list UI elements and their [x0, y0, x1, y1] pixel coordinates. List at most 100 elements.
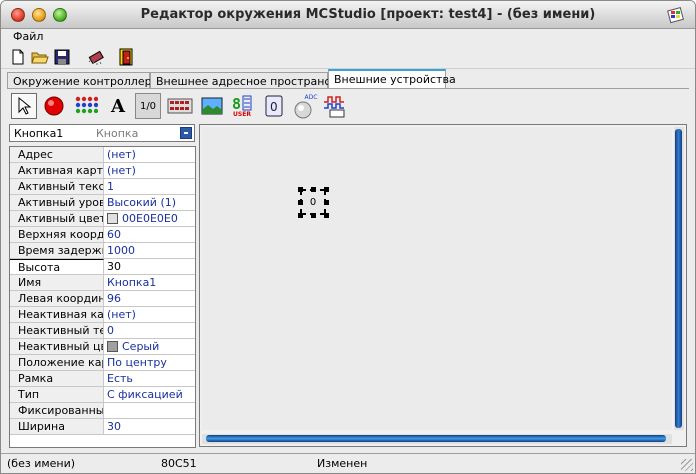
resize-handle[interactable]	[311, 187, 316, 192]
pointer-tool[interactable]	[11, 93, 37, 119]
property-name: Активный уровень	[10, 195, 104, 210]
svg-text:8: 8	[232, 95, 241, 111]
property-value[interactable]: С фиксацией	[105, 387, 195, 402]
menu-file[interactable]: Файл	[13, 30, 43, 43]
property-row[interactable]: Неактивный текст0	[10, 323, 195, 339]
property-row[interactable]: Время задержки1000	[10, 243, 195, 259]
property-row[interactable]: Активный цвет 00E0E0E0	[10, 211, 195, 227]
device-toolbar: A 1/0 8 USER 0 ADC	[7, 91, 689, 121]
canvas-button-text: 0	[309, 196, 317, 208]
close-button[interactable]	[11, 8, 25, 22]
property-row[interactable]: Рамка Есть	[10, 371, 195, 387]
property-row[interactable]: Высота 30	[10, 259, 195, 275]
property-value[interactable]: 1	[105, 179, 195, 194]
minimize-button[interactable]	[32, 8, 46, 22]
led-tool[interactable]	[41, 93, 67, 119]
signal-tool[interactable]	[321, 93, 347, 119]
user-indicator-tool[interactable]: 8 USER	[229, 93, 255, 119]
signal-icon	[324, 96, 345, 118]
resize-handle[interactable]	[324, 213, 329, 218]
design-canvas[interactable]: 0	[202, 127, 672, 430]
user-label: USER	[233, 110, 251, 118]
property-value[interactable]: 96	[105, 291, 195, 306]
property-value-text: Серый	[122, 340, 160, 353]
property-name: Левая координата	[10, 291, 104, 306]
property-row[interactable]: Неактивный цвет Серый	[10, 339, 195, 355]
property-row[interactable]: Активный текст 1	[10, 179, 195, 195]
resize-handle[interactable]	[311, 213, 316, 218]
resize-handle[interactable]	[324, 200, 329, 205]
image-tool[interactable]	[199, 93, 225, 119]
property-name: Фиксированный	[10, 403, 104, 418]
io-tool[interactable]: 1/0	[135, 93, 161, 119]
property-name: Верхняя координата	[10, 227, 104, 242]
vertical-scrollbar[interactable]	[674, 127, 684, 430]
property-row[interactable]: Верхняя координата60	[10, 227, 195, 243]
property-row[interactable]: Положение картинкиПо центру	[10, 355, 195, 371]
property-row[interactable]: Активный уровеньВысокий (1)	[10, 195, 195, 211]
property-value[interactable]: Есть	[105, 371, 195, 386]
property-value[interactable]: 00E0E0E0	[105, 211, 195, 226]
property-name: Высота	[10, 259, 104, 274]
chip-icon[interactable]	[87, 48, 105, 66]
object-selector[interactable]: Кнопка1 Кнопка	[9, 124, 195, 142]
property-value[interactable]: 60	[105, 227, 195, 242]
keyboard-tool[interactable]	[167, 93, 193, 119]
encoder-tool[interactable]: 0	[261, 93, 287, 119]
save-disk-icon[interactable]	[53, 48, 71, 66]
open-folder-icon[interactable]	[31, 48, 49, 66]
dropdown-icon[interactable]	[180, 127, 192, 139]
user-indicator-icon: 8	[232, 95, 252, 111]
property-value[interactable]: 0	[105, 323, 195, 338]
tab-external-devices[interactable]: Внешние устройства	[328, 69, 456, 89]
property-grid: Адрес(нет)Активная картинка(нет)Активный…	[9, 146, 196, 448]
resize-handle[interactable]	[298, 200, 303, 205]
color-swatch	[107, 341, 118, 352]
property-value[interactable]: Серый	[105, 339, 195, 354]
status-bar: (без имени) 80C51 Изменен	[1, 453, 695, 473]
vertical-scroll-thumb[interactable]	[675, 129, 682, 428]
property-value[interactable]: (нет)	[105, 307, 195, 322]
property-row[interactable]: Ширина 30	[10, 419, 195, 435]
text-tool[interactable]: A	[105, 93, 131, 119]
property-value[interactable]: По центру	[105, 355, 195, 370]
status-controller: 80C51	[161, 457, 197, 470]
property-row[interactable]: Фиксированный	[10, 403, 195, 419]
tab-address-space[interactable]: Внешнее адресное пространство	[150, 72, 350, 89]
property-row[interactable]: Имя Кнопка1	[10, 275, 195, 291]
resize-grip[interactable]	[681, 459, 693, 471]
resize-handle[interactable]	[298, 187, 303, 192]
exit-door-icon[interactable]	[117, 48, 135, 66]
status-file: (без имени)	[7, 457, 76, 470]
property-row[interactable]: Неактивная картинка(нет)	[10, 307, 195, 323]
property-value[interactable]	[105, 403, 195, 418]
property-row[interactable]: Левая координата96	[10, 291, 195, 307]
canvas-button-object[interactable]: 0	[300, 189, 326, 215]
property-value[interactable]: 1000	[105, 243, 195, 258]
property-name: Ширина	[10, 419, 104, 434]
property-row[interactable]: Адрес (нет)	[10, 147, 195, 163]
keyboard-icon	[167, 98, 193, 114]
property-name: Неактивный текст	[10, 323, 104, 338]
property-row[interactable]: Тип С фиксацией	[10, 387, 195, 403]
horizontal-scrollbar[interactable]	[202, 434, 672, 444]
property-value[interactable]: (нет)	[105, 147, 195, 162]
matrix-tool[interactable]	[73, 93, 99, 119]
menu-bar: Файл	[1, 29, 695, 45]
adc-tool[interactable]: ADC	[291, 93, 317, 119]
property-value[interactable]: 30	[105, 259, 195, 274]
new-file-icon[interactable]	[9, 48, 27, 66]
resize-handle[interactable]	[324, 187, 329, 192]
property-name: Положение картинки	[10, 355, 104, 370]
zoom-button[interactable]	[53, 8, 67, 22]
window-title: Редактор окружения MCStudio [проект: tes…	[140, 7, 596, 22]
tab-controller-env[interactable]: Окружение контроллера	[7, 72, 158, 89]
property-value[interactable]: (нет)	[105, 163, 195, 178]
property-value[interactable]: Кнопка1	[105, 275, 195, 290]
horizontal-scroll-thumb[interactable]	[206, 435, 666, 442]
resize-handle[interactable]	[298, 213, 303, 218]
property-row[interactable]: Активная картинка(нет)	[10, 163, 195, 179]
svg-text:0: 0	[270, 100, 278, 114]
property-value[interactable]: Высокий (1)	[105, 195, 195, 210]
property-value[interactable]: 30	[105, 419, 195, 434]
